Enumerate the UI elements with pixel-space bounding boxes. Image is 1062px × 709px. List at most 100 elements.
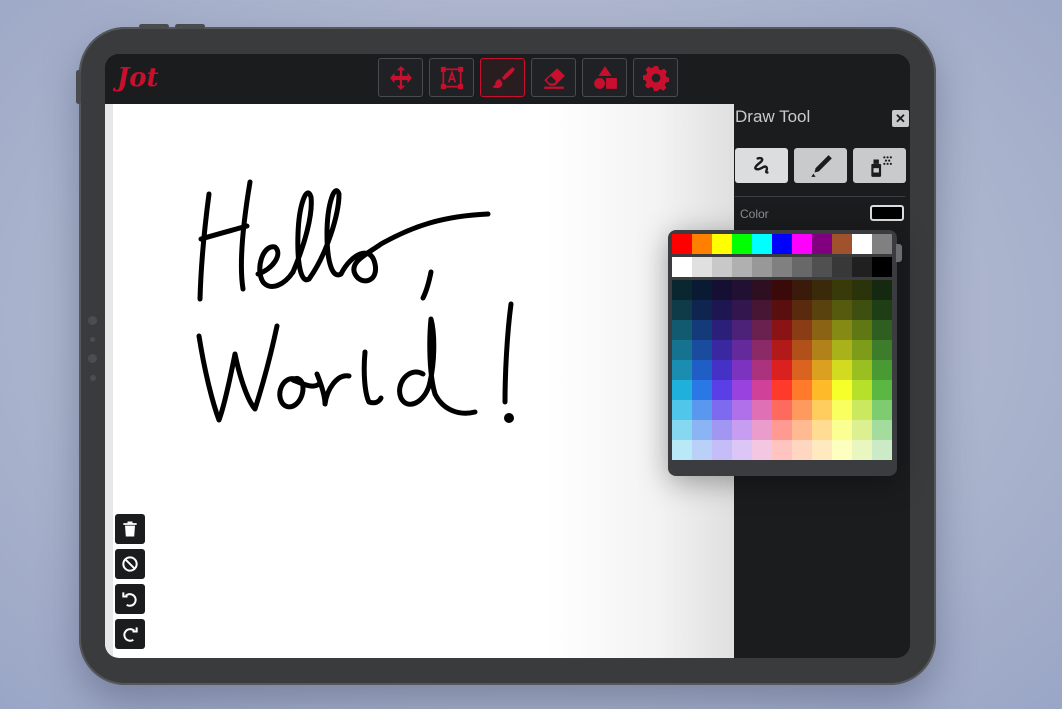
color-cell[interactable] [832,280,852,300]
color-cell[interactable] [792,360,812,380]
color-cell[interactable] [752,257,772,277]
color-cell[interactable] [692,340,712,360]
color-cell[interactable] [812,300,832,320]
color-cell[interactable] [832,234,852,254]
color-cell[interactable] [712,440,732,460]
color-cell[interactable] [812,257,832,277]
color-cell[interactable] [692,360,712,380]
color-cell[interactable] [732,440,752,460]
color-cell[interactable] [832,420,852,440]
color-cell[interactable] [752,360,772,380]
color-cell[interactable] [792,400,812,420]
color-cell[interactable] [712,280,732,300]
color-cell[interactable] [852,340,872,360]
color-cell[interactable] [672,360,692,380]
color-cell[interactable] [792,280,812,300]
color-cell[interactable] [772,320,792,340]
color-cell[interactable] [732,320,752,340]
draw-tool-button[interactable] [480,58,525,97]
color-cell[interactable] [872,340,892,360]
color-cell[interactable] [872,234,892,254]
color-cell[interactable] [672,280,692,300]
color-cell[interactable] [792,320,812,340]
color-cell[interactable] [752,380,772,400]
color-cell[interactable] [752,340,772,360]
color-cell[interactable] [852,380,872,400]
marker-brush-button[interactable] [794,148,847,183]
color-cell[interactable] [712,420,732,440]
panel-close-button[interactable]: ✕ [892,110,909,127]
color-cell[interactable] [872,280,892,300]
color-cell[interactable] [692,280,712,300]
color-cell[interactable] [692,400,712,420]
color-cell[interactable] [832,320,852,340]
color-cell[interactable] [772,400,792,420]
color-cell[interactable] [692,420,712,440]
color-cell[interactable] [872,420,892,440]
color-cell[interactable] [672,440,692,460]
spray-brush-button[interactable] [853,148,906,183]
color-cell[interactable] [672,400,692,420]
color-cell[interactable] [872,257,892,277]
drawing-canvas[interactable] [105,104,734,658]
color-cell[interactable] [812,420,832,440]
color-cell[interactable] [792,380,812,400]
color-cell[interactable] [872,400,892,420]
color-cell[interactable] [832,340,852,360]
color-cell[interactable] [832,300,852,320]
color-cell[interactable] [692,320,712,340]
redo-button[interactable] [115,619,145,649]
color-cell[interactable] [752,234,772,254]
color-cell[interactable] [692,234,712,254]
color-cell[interactable] [792,340,812,360]
move-tool-button[interactable] [378,58,423,97]
color-cell[interactable] [812,234,832,254]
color-cell[interactable] [852,234,872,254]
color-cell[interactable] [852,400,872,420]
pen-brush-button[interactable] [735,148,788,183]
color-cell[interactable] [672,320,692,340]
color-cell[interactable] [732,420,752,440]
color-cell[interactable] [772,280,792,300]
color-cell[interactable] [732,340,752,360]
delete-button[interactable] [115,514,145,544]
color-cell[interactable] [712,400,732,420]
color-swatch-button[interactable] [870,205,904,221]
color-cell[interactable] [812,360,832,380]
color-cell[interactable] [812,280,832,300]
color-cell[interactable] [852,420,872,440]
color-cell[interactable] [872,440,892,460]
color-cell[interactable] [712,257,732,277]
color-cell[interactable] [712,300,732,320]
color-cell[interactable] [872,380,892,400]
color-cell[interactable] [712,234,732,254]
color-cell[interactable] [712,360,732,380]
color-cell[interactable] [852,320,872,340]
color-cell[interactable] [832,360,852,380]
color-cell[interactable] [772,440,792,460]
color-cell[interactable] [812,380,832,400]
color-cell[interactable] [792,257,812,277]
settings-tool-button[interactable] [633,58,678,97]
eraser-tool-button[interactable] [531,58,576,97]
color-cell[interactable] [732,234,752,254]
color-cell[interactable] [672,300,692,320]
color-cell[interactable] [772,360,792,380]
color-cell[interactable] [752,440,772,460]
color-cell[interactable] [812,340,832,360]
color-cell[interactable] [852,280,872,300]
color-cell[interactable] [732,380,752,400]
color-cell[interactable] [792,440,812,460]
color-cell[interactable] [692,257,712,277]
undo-button[interactable] [115,584,145,614]
color-cell[interactable] [772,234,792,254]
color-cell[interactable] [712,320,732,340]
color-cell[interactable] [832,380,852,400]
text-tool-button[interactable] [429,58,474,97]
color-cell[interactable] [752,400,772,420]
shapes-tool-button[interactable] [582,58,627,97]
color-cell[interactable] [872,300,892,320]
color-cell[interactable] [772,257,792,277]
color-cell[interactable] [692,380,712,400]
color-cell[interactable] [752,300,772,320]
